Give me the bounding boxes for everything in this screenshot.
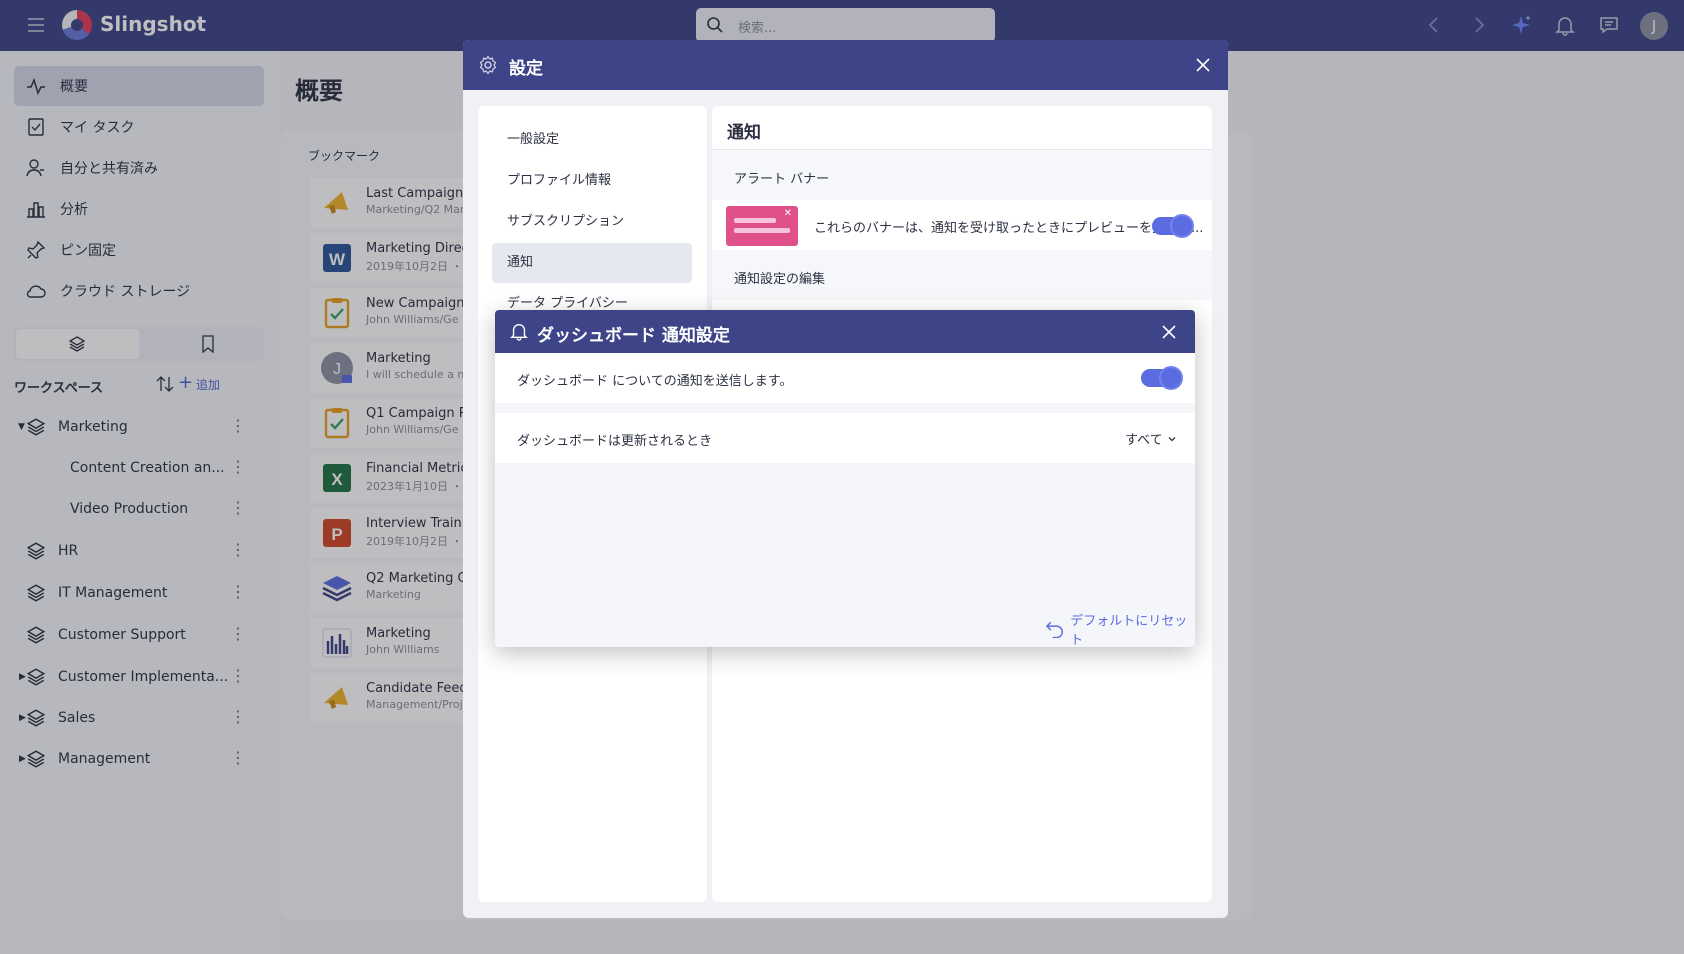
undo-icon: [1045, 621, 1063, 638]
alert-banner-row: ✕ これらのバナーは、通知を受け取ったときにプレビューを提供し...: [712, 200, 1212, 250]
reset-to-default-button[interactable]: デフォルトにリセット: [1045, 610, 1195, 647]
dialog-title: ダッシュボード 通知設定: [537, 326, 730, 346]
chevron-down-icon: [1168, 436, 1176, 441]
alert-banner-header: アラート バナー: [712, 150, 1212, 200]
dashboard-notification-dialog: ダッシュボード 通知設定 ダッシュボード についての通知を送信します。 ダッシュ…: [495, 310, 1195, 647]
reset-label: デフォルトにリセット: [1070, 614, 1188, 647]
edit-settings-header: 通知設定の編集: [712, 250, 1212, 300]
settings-title: 設定: [509, 59, 543, 79]
settings-nav-notifications[interactable]: 通知: [492, 243, 692, 283]
update-notification-label: ダッシュボードは更新されるとき: [517, 434, 713, 449]
alert-banner-toggle[interactable]: [1152, 214, 1194, 238]
notifications-title: 通知: [727, 123, 761, 143]
close-icon[interactable]: [1161, 324, 1177, 340]
send-notification-row: ダッシュボード についての通知を送信します。: [495, 353, 1195, 403]
settings-nav-general[interactable]: 一般設定: [492, 120, 692, 160]
settings-header: 設定: [463, 40, 1228, 90]
close-icon[interactable]: [1195, 57, 1211, 73]
send-notification-label: ダッシュボード についての通知を送信します。: [517, 374, 793, 389]
edit-settings-label: 通知設定の編集: [734, 272, 826, 287]
update-frequency-value: すべて: [1125, 433, 1163, 448]
alert-banner-label: アラート バナー: [734, 172, 830, 187]
banner-description: これらのバナーは、通知を受け取ったときにプレビューを提供し...: [814, 221, 1204, 236]
update-frequency-select[interactable]: すべて: [1125, 429, 1177, 448]
banner-preview-icon: ✕: [726, 206, 798, 246]
settings-nav-profile[interactable]: プロファイル情報: [492, 161, 692, 201]
dialog-header: ダッシュボード 通知設定: [495, 310, 1195, 353]
settings-nav-subscription[interactable]: サブスクリプション: [492, 202, 692, 242]
gear-icon: [479, 55, 497, 75]
send-notification-toggle[interactable]: [1141, 366, 1183, 390]
bell-icon: [510, 324, 528, 341]
update-notification-row: ダッシュボードは更新されるとき すべて: [495, 413, 1195, 463]
